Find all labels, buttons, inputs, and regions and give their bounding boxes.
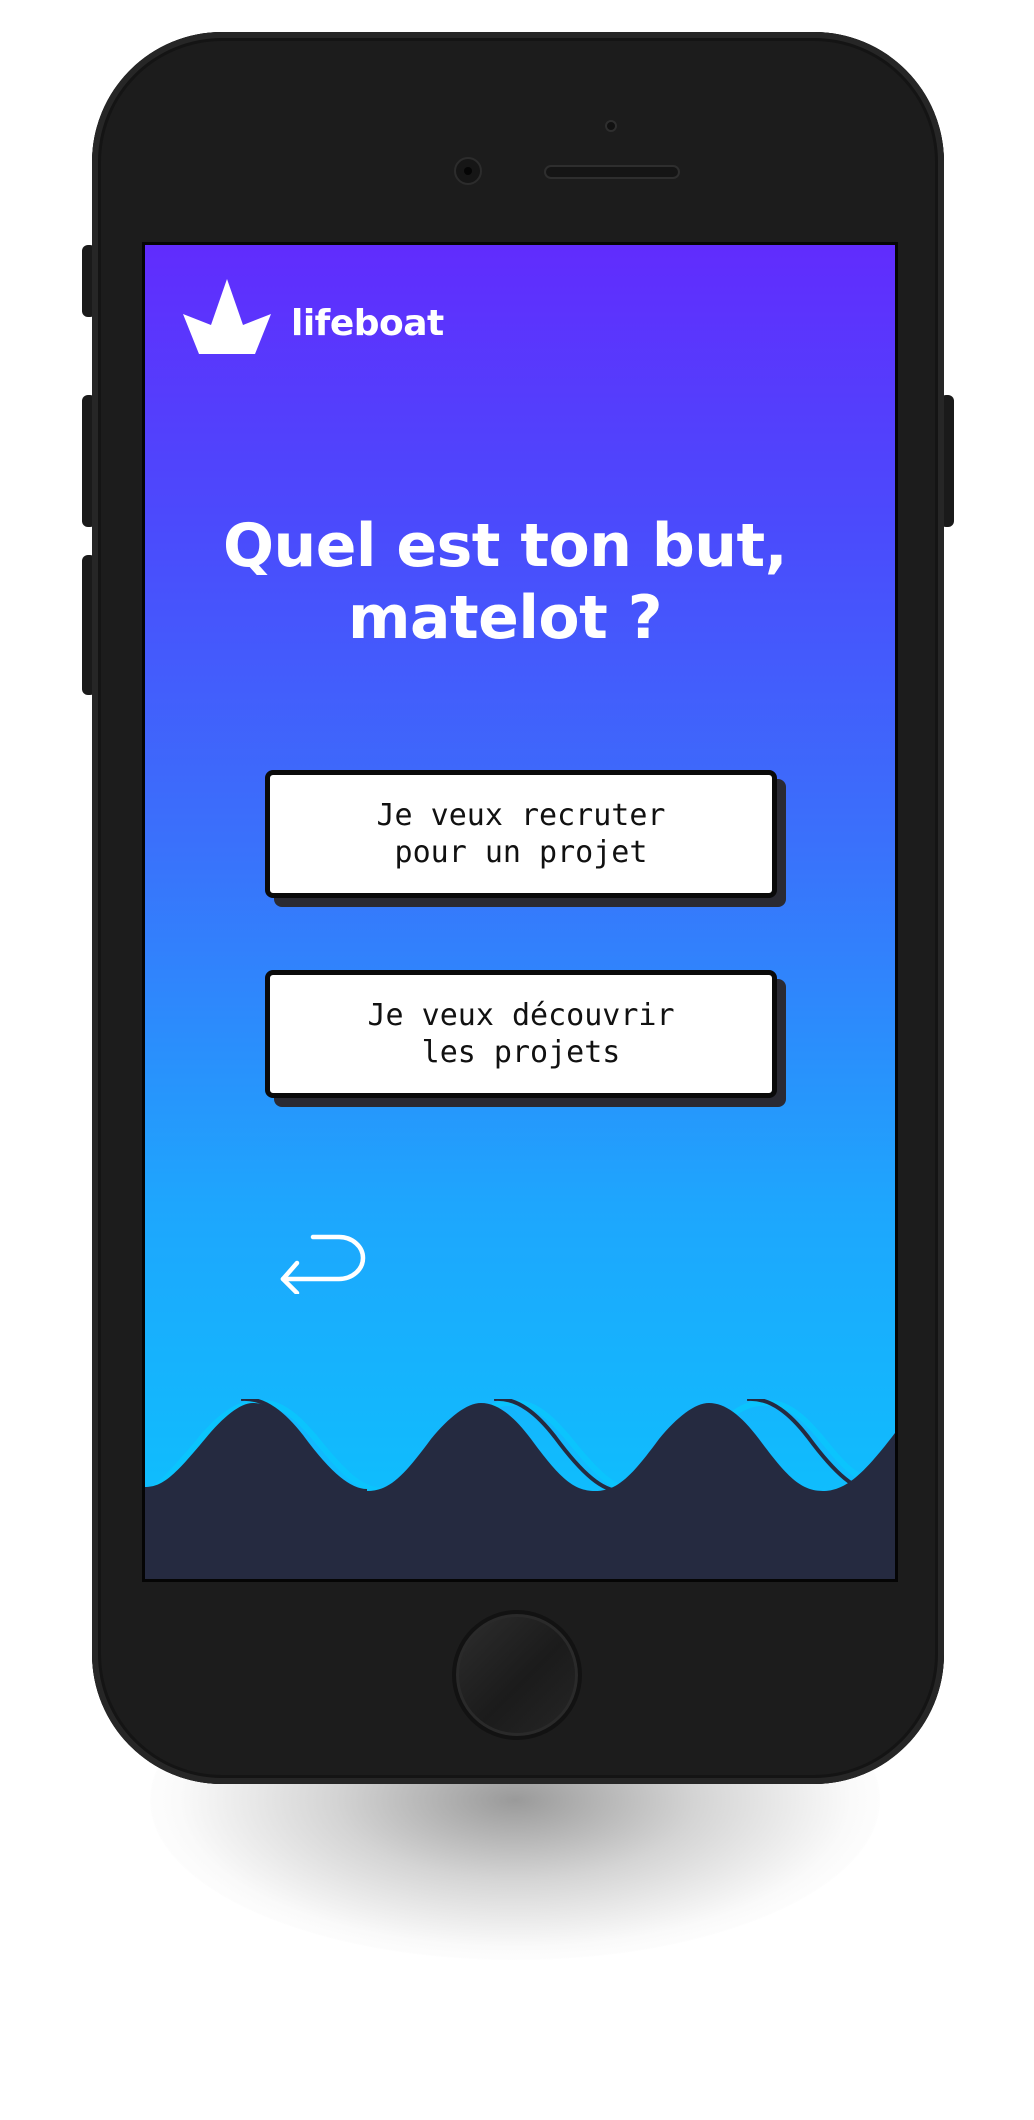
back-button[interactable]: [273, 1230, 369, 1296]
proximity-sensor: [605, 120, 617, 132]
page-title-line-1: Quel est ton but,: [223, 511, 788, 581]
recruit-for-project-button[interactable]: Je veux recruter pour un projet: [265, 770, 777, 898]
page-title: Quel est ton but, matelot ?: [145, 510, 865, 654]
home-button[interactable]: [452, 1610, 582, 1740]
crown-icon: [181, 277, 273, 355]
app-logo: lifeboat: [181, 277, 444, 355]
sea-waves: [145, 1399, 895, 1579]
app-screen: lifeboat Quel est ton but, matelot ? Je …: [142, 242, 898, 1582]
return-arrow-icon: [273, 1234, 369, 1298]
page-title-line-2: matelot ?: [347, 583, 663, 653]
earpiece-speaker: [544, 165, 680, 179]
front-camera: [454, 157, 482, 185]
brand-name: lifeboat: [291, 302, 444, 344]
discover-projects-button[interactable]: Je veux découvrir les projets: [265, 970, 777, 1098]
